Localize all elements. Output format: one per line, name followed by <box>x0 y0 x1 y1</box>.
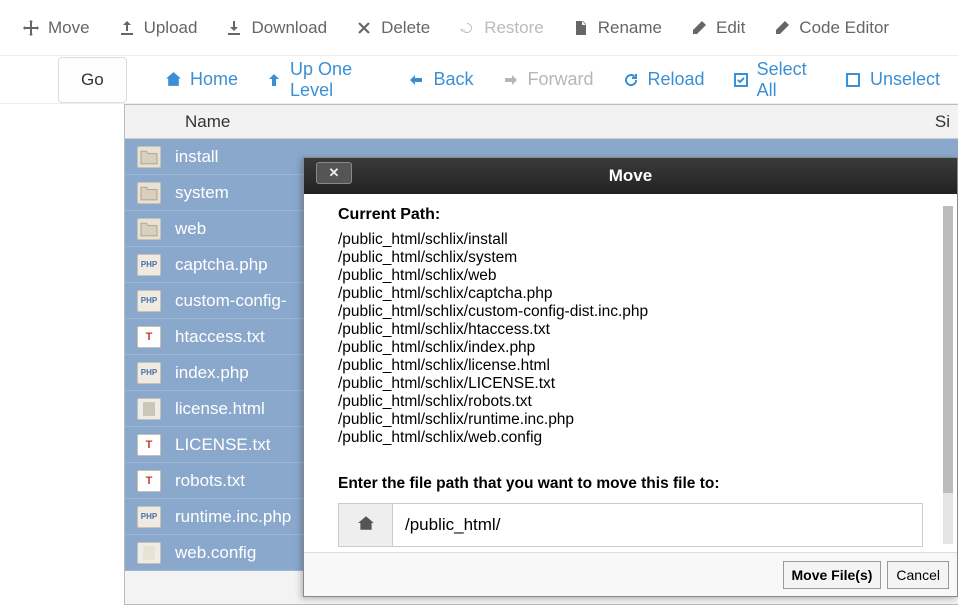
path-entry: /public_html/schlix/captcha.php <box>338 284 923 302</box>
rename-icon <box>572 19 590 37</box>
nav-reload-label: Reload <box>648 69 705 90</box>
path-entry: /public_html/schlix/web <box>338 266 923 284</box>
destination-input[interactable] <box>393 504 922 546</box>
file-table-header: Name Si <box>125 105 958 139</box>
nav-select-all-label: Select All <box>757 59 816 101</box>
nav-unselect[interactable]: Unselect <box>830 61 954 98</box>
selectall-icon <box>733 71 749 89</box>
home-icon <box>164 71 182 89</box>
rename-button[interactable]: Rename <box>558 12 676 44</box>
path-entry: /public_html/schlix/system <box>338 248 923 266</box>
file-type-icon <box>137 146 161 168</box>
file-type-icon: PHP <box>137 254 161 276</box>
move-icon <box>22 19 40 37</box>
path-entry: /public_html/schlix/custom-config-dist.i… <box>338 302 923 320</box>
scrollbar-thumb[interactable] <box>943 206 953 493</box>
file-type-icon <box>137 218 161 240</box>
toolbar-nav: Go Home Up One Level Back Forward Reload… <box>0 56 958 104</box>
nav-back-label: Back <box>433 69 473 90</box>
code-icon <box>773 19 791 37</box>
nav-unselect-label: Unselect <box>870 69 940 90</box>
toolbar-top: Move Upload Download Delete Restore Rena… <box>0 0 958 56</box>
file-type-icon: PHP <box>137 362 161 384</box>
move-dialog: ✕ Move Current Path: /public_html/schlix… <box>303 157 958 597</box>
file-type-icon: T <box>137 434 161 456</box>
unselect-icon <box>844 71 862 89</box>
nav-forward-label: Forward <box>528 69 594 90</box>
move-dialog-title: Move <box>609 166 652 186</box>
nav-select-all[interactable]: Select All <box>719 51 830 109</box>
destination-input-group <box>338 503 923 547</box>
column-header-size[interactable]: Si <box>935 112 958 132</box>
edit-label: Edit <box>716 18 745 38</box>
path-entry: /public_html/schlix/runtime.inc.php <box>338 410 923 428</box>
path-entry: /public_html/schlix/LICENSE.txt <box>338 374 923 392</box>
column-header-name[interactable]: Name <box>181 112 935 132</box>
download-icon <box>225 19 243 37</box>
file-type-icon: T <box>137 326 161 348</box>
move-dialog-titlebar[interactable]: ✕ Move <box>304 158 957 194</box>
file-type-icon: PHP <box>137 506 161 528</box>
move-files-button[interactable]: Move File(s) <box>783 561 882 589</box>
nav-home[interactable]: Home <box>150 61 252 98</box>
delete-label: Delete <box>381 18 430 38</box>
download-button[interactable]: Download <box>211 12 341 44</box>
reload-icon <box>622 71 640 89</box>
upload-button[interactable]: Upload <box>104 12 212 44</box>
path-entry: /public_html/schlix/robots.txt <box>338 392 923 410</box>
delete-button[interactable]: Delete <box>341 12 444 44</box>
file-type-icon: PHP <box>137 290 161 312</box>
file-type-icon <box>137 182 161 204</box>
rename-label: Rename <box>598 18 662 38</box>
nav-up-label: Up One Level <box>290 59 379 101</box>
file-type-icon <box>137 398 161 420</box>
edit-icon <box>690 19 708 37</box>
close-icon: ✕ <box>329 165 340 181</box>
upload-label: Upload <box>144 18 198 38</box>
code-editor-label: Code Editor <box>799 18 889 38</box>
move-dialog-footer: Move File(s) Cancel <box>304 552 957 596</box>
delete-icon <box>355 19 373 37</box>
path-entry: /public_html/schlix/htaccess.txt <box>338 320 923 338</box>
nav-home-label: Home <box>190 69 238 90</box>
edit-button[interactable]: Edit <box>676 12 759 44</box>
restore-button: Restore <box>444 12 558 44</box>
move-dialog-body: Current Path: /public_html/schlix/instal… <box>304 194 957 552</box>
restore-icon <box>458 19 476 37</box>
nav-back[interactable]: Back <box>393 61 487 98</box>
path-entry: /public_html/schlix/web.config <box>338 429 923 447</box>
cancel-button[interactable]: Cancel <box>887 561 949 589</box>
current-path-list: /public_html/schlix/install/public_html/… <box>338 230 923 447</box>
current-path-label: Current Path: <box>338 206 923 224</box>
path-entry: /public_html/schlix/install <box>338 230 923 248</box>
destination-home-button[interactable] <box>339 504 393 546</box>
back-icon <box>407 71 425 89</box>
destination-label: Enter the file path that you want to mov… <box>338 475 923 493</box>
download-label: Download <box>251 18 327 38</box>
close-button[interactable]: ✕ <box>316 162 352 184</box>
nav-forward: Forward <box>488 61 608 98</box>
scrollbar[interactable] <box>943 206 953 544</box>
move-label: Move <box>48 18 90 38</box>
file-type-icon <box>137 542 161 564</box>
move-button[interactable]: Move <box>8 12 104 44</box>
path-entry: /public_html/schlix/license.html <box>338 356 923 374</box>
path-entry: /public_html/schlix/index.php <box>338 338 923 356</box>
nav-reload[interactable]: Reload <box>608 61 719 98</box>
upload-icon <box>118 19 136 37</box>
nav-up[interactable]: Up One Level <box>252 51 393 109</box>
forward-icon <box>502 71 520 89</box>
restore-label: Restore <box>484 18 544 38</box>
up-icon <box>266 71 282 89</box>
file-type-icon: T <box>137 470 161 492</box>
go-button[interactable]: Go <box>58 57 127 103</box>
home-icon <box>357 514 375 535</box>
code-editor-button[interactable]: Code Editor <box>759 12 903 44</box>
left-gutter <box>0 104 124 605</box>
